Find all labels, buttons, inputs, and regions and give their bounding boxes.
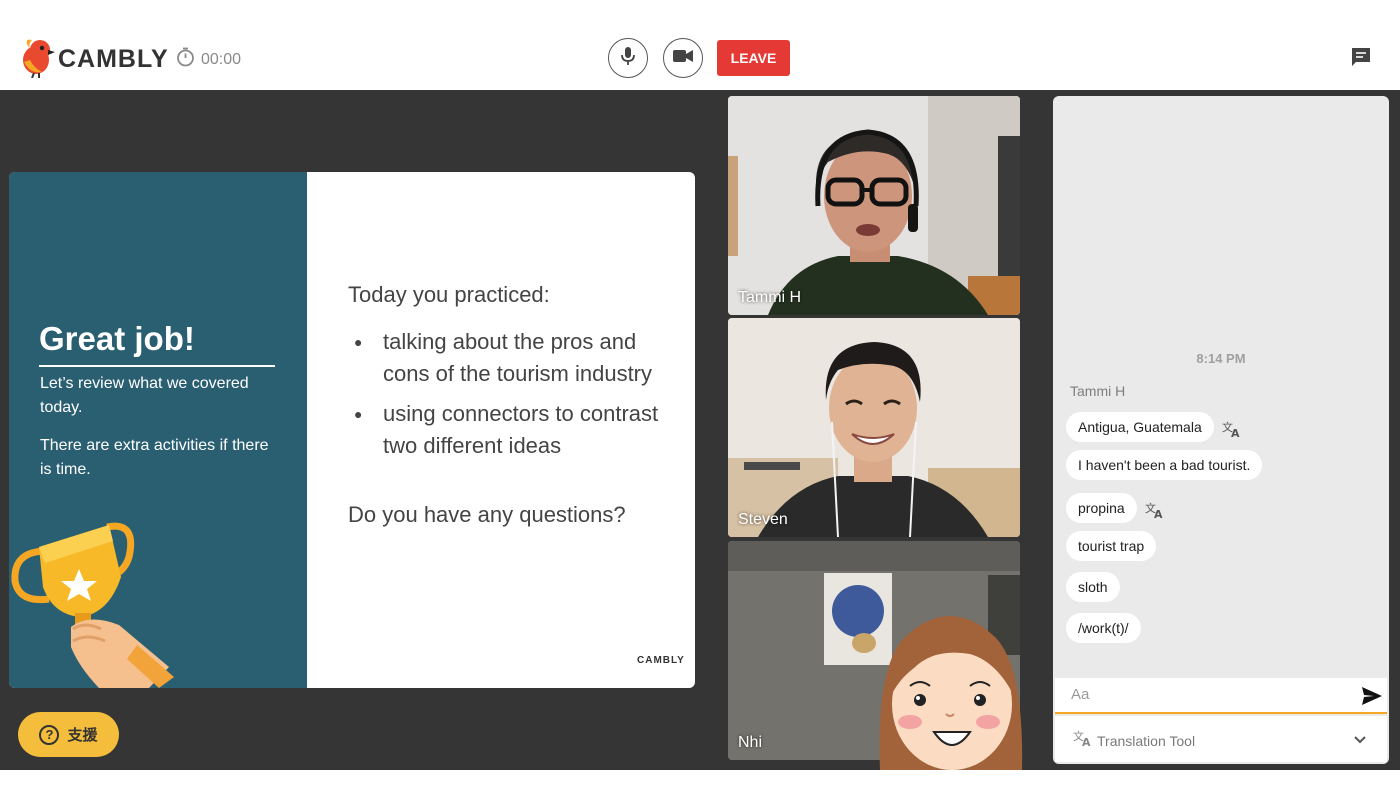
- slide-title-divider: [39, 365, 275, 367]
- slide-summary-panel: Great job! Let’s review what we covered …: [9, 172, 307, 688]
- trophy-icon: [9, 517, 179, 688]
- chat-message-text: I haven't been a bad tourist.: [1066, 450, 1263, 480]
- chat-message-text: /work(t)/: [1066, 613, 1141, 643]
- participant-name: Tammi H: [738, 289, 802, 306]
- chat-panel: 8:14 PM Tammi H Antigua, Guatemala 文 A I…: [1053, 96, 1389, 764]
- chat-message: propina 文 A: [1066, 491, 1165, 524]
- chat-message-text: sloth: [1066, 572, 1120, 602]
- video-tile-tutor[interactable]: Tammi H: [728, 96, 1020, 315]
- chat-message: /work(t)/: [1066, 613, 1141, 643]
- camera-icon: [673, 49, 693, 68]
- list-item: using connectors to contrast two differe…: [348, 398, 688, 462]
- bottom-strip: [0, 770, 1400, 800]
- chat-message: sloth: [1066, 572, 1120, 602]
- practice-list: talking about the pros and cons of the t…: [348, 326, 688, 462]
- chevron-down-icon: [1353, 732, 1367, 748]
- translate-icon[interactable]: 文 A: [1222, 420, 1242, 443]
- chat-message: Antigua, Guatemala 文 A: [1066, 410, 1242, 443]
- logo-bird-icon: [20, 36, 56, 83]
- chat-message-input[interactable]: [1071, 686, 1331, 703]
- support-button[interactable]: ? 支援: [18, 712, 119, 757]
- support-label: 支援: [67, 727, 98, 744]
- chat-compose: [1055, 678, 1387, 714]
- top-bar: CAMBLY 00:00 LEAVE: [0, 0, 1400, 90]
- translate-icon[interactable]: 文 A: [1145, 501, 1165, 524]
- translation-tool-toggle[interactable]: 文 A Translation Tool: [1055, 716, 1387, 762]
- list-item: talking about the pros and cons of the t…: [348, 326, 688, 390]
- svg-text:A: A: [1082, 736, 1091, 747]
- svg-text:A: A: [1231, 427, 1240, 438]
- cambly-logo[interactable]: CAMBLY: [20, 36, 169, 83]
- microphone-button[interactable]: [608, 38, 648, 78]
- help-icon: ?: [39, 724, 60, 745]
- video-tile-student[interactable]: Steven: [728, 318, 1020, 537]
- chat-message: I haven't been a bad tourist.: [1066, 450, 1263, 480]
- session-timer: 00:00: [176, 47, 241, 72]
- tutor-video-frame: [728, 96, 1020, 315]
- svg-text:A: A: [1154, 508, 1163, 519]
- slide-brand: CAMBLY: [637, 655, 685, 666]
- slide-title: Great job!: [39, 320, 195, 357]
- chat-message: tourist trap: [1066, 531, 1157, 561]
- microphone-icon: [620, 46, 636, 71]
- leave-button[interactable]: LEAVE: [717, 40, 790, 76]
- translation-tool-label: Translation Tool: [1097, 733, 1196, 749]
- student-video-frame: [728, 318, 1020, 537]
- participant-name: Steven: [738, 511, 788, 528]
- chat-toggle-button[interactable]: [1350, 46, 1372, 73]
- slide-heading: Today you practiced:: [348, 282, 550, 307]
- slide-content: Today you practiced: talking about the p…: [348, 280, 688, 530]
- translate-icon: 文 A: [1073, 729, 1093, 750]
- chat-sender-name: Tammi H: [1070, 383, 1126, 399]
- slide-subtitle-extra: There are extra activities if there is t…: [40, 437, 269, 478]
- chat-message-text: propina: [1066, 492, 1137, 523]
- avatar-mascot-icon: [874, 608, 1026, 775]
- stopwatch-icon: [176, 47, 201, 72]
- camera-button[interactable]: [663, 38, 703, 78]
- lesson-slide: Great job! Let’s review what we covered …: [9, 172, 695, 688]
- participant-name: Nhi: [738, 734, 763, 751]
- brand-name: CAMBLY: [58, 45, 169, 73]
- slide-subtitle-review: Let’s review what we covered today.: [40, 375, 249, 416]
- chat-icon: [1350, 48, 1372, 72]
- chat-message-text: Antigua, Guatemala: [1066, 411, 1214, 442]
- timer-value: 00:00: [201, 50, 242, 68]
- slide-question: Do you have any questions?: [348, 502, 626, 527]
- chat-timestamp: 8:14 PM: [1196, 351, 1246, 366]
- chat-message-text: tourist trap: [1066, 531, 1157, 561]
- send-icon[interactable]: [1361, 686, 1383, 711]
